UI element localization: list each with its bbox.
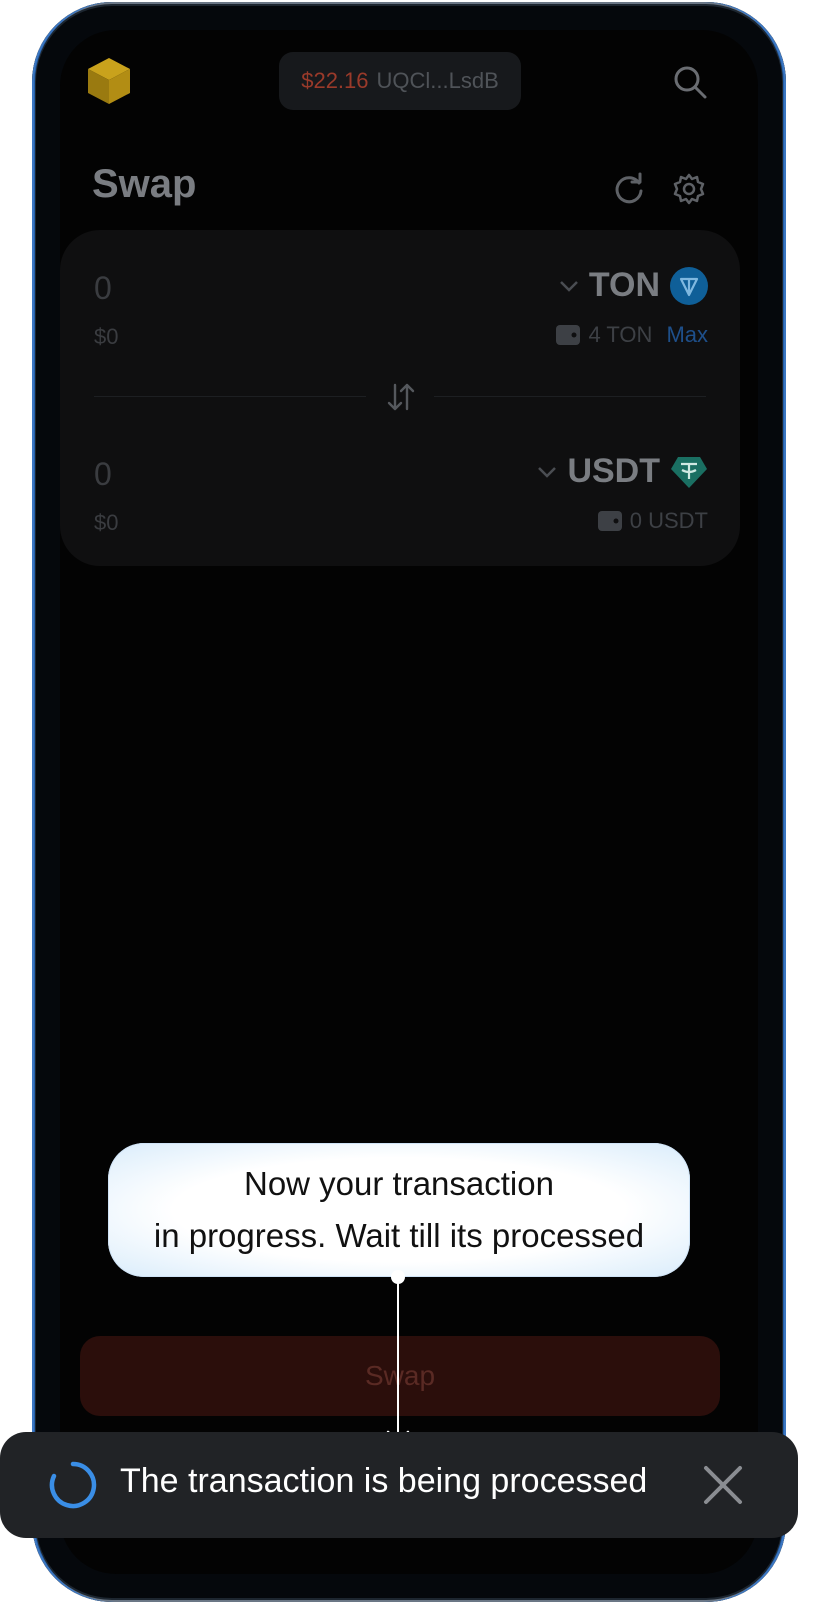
tooltip-pointer-line xyxy=(397,1280,399,1442)
ton-token-icon xyxy=(670,266,708,305)
from-usd-value: $0 xyxy=(94,324,119,349)
close-icon[interactable] xyxy=(702,1464,744,1506)
app-screen: $22.16 UQCl...LsdB Swap 0 $0 TON 4 TON M… xyxy=(60,30,758,1574)
divider xyxy=(94,396,366,397)
from-amount-input[interactable]: 0 xyxy=(94,270,112,307)
toast-message: The transaction is being processed xyxy=(120,1462,648,1500)
wallet-amount: $22.16 xyxy=(301,68,369,93)
from-token-selector[interactable]: TON xyxy=(559,266,708,305)
swap-button[interactable]: Swap xyxy=(80,1336,720,1416)
phone-frame: $22.16 UQCl...LsdB Swap 0 $0 TON 4 TON M… xyxy=(32,2,786,1602)
page-title: Swap xyxy=(92,162,197,206)
search-icon[interactable] xyxy=(672,64,708,100)
usdt-token-icon xyxy=(671,456,707,488)
chevron-down-icon xyxy=(538,466,557,478)
from-balance-value: 4 TON xyxy=(588,322,653,347)
to-balance: 0 USDT xyxy=(597,508,708,534)
gear-icon[interactable] xyxy=(672,172,706,206)
from-token-label: TON xyxy=(588,266,660,304)
from-balance: 4 TON Max xyxy=(556,322,708,348)
chevron-down-icon xyxy=(559,280,578,292)
wallet-address: UQCl...LsdB xyxy=(376,68,499,93)
to-amount-input[interactable]: 0 xyxy=(94,456,112,493)
swap-arrows-icon[interactable] xyxy=(386,382,416,412)
to-token-selector[interactable]: USDT xyxy=(537,452,708,491)
refresh-icon[interactable] xyxy=(612,172,646,206)
to-usd-value: $0 xyxy=(94,510,119,535)
to-token-label: USDT xyxy=(567,452,660,490)
wallet-icon xyxy=(597,511,622,531)
cube-logo-icon[interactable] xyxy=(86,56,132,106)
wallet-icon xyxy=(556,325,581,345)
divider xyxy=(434,396,706,397)
tooltip-line-1: Now your transaction xyxy=(244,1165,554,1202)
spinner-icon xyxy=(49,1461,97,1509)
tooltip-line-2: in progress. Wait till its processed xyxy=(153,1217,645,1254)
wallet-balance-pill[interactable]: $22.16 UQCl...LsdB xyxy=(279,52,521,110)
transaction-toast: The transaction is being processed xyxy=(0,1432,798,1538)
to-balance-value: 0 USDT xyxy=(629,508,708,533)
max-button[interactable]: Max xyxy=(666,322,708,348)
onboarding-tooltip: Now your transaction in progress. Wait t… xyxy=(108,1143,690,1277)
